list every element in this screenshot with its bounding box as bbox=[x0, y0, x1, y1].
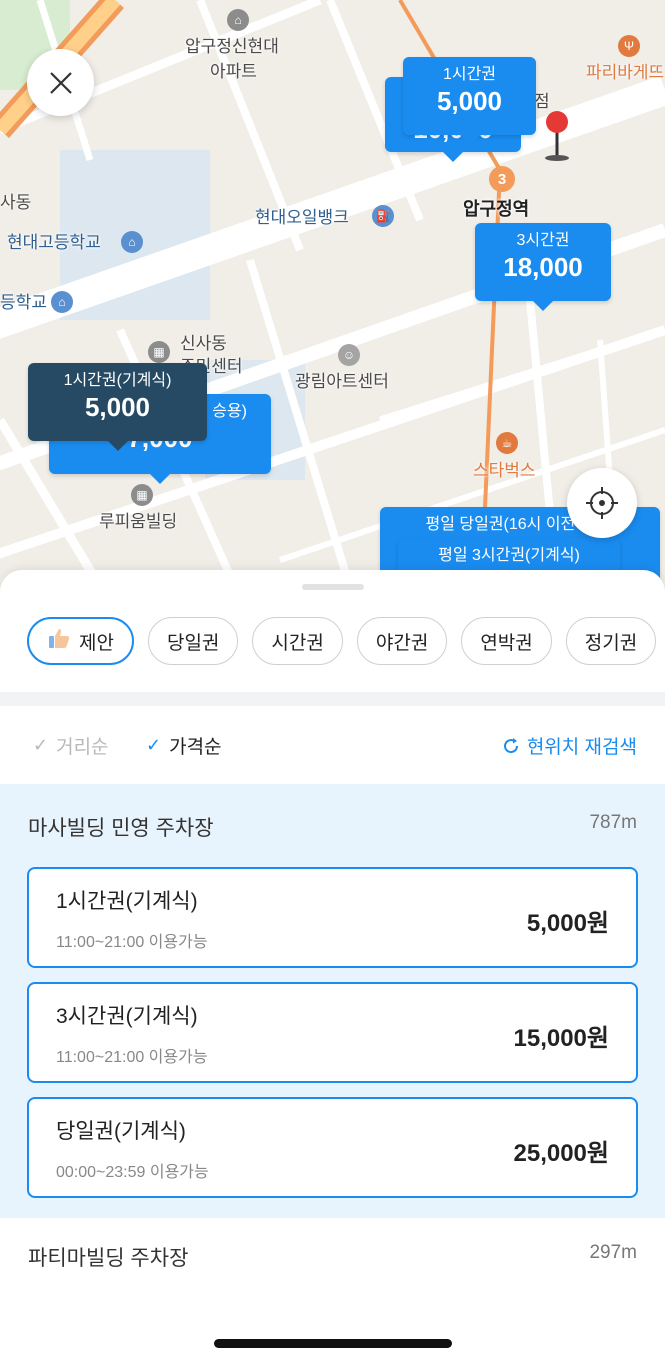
parking-marker-3h[interactable]: 3시간권 18,000 bbox=[475, 223, 611, 311]
ticket-price: 15,000원 bbox=[513, 1025, 610, 1052]
map-label-sinsa: 신사동 bbox=[180, 334, 227, 353]
map-view[interactable]: ⌂ 압구정신현대 아파트 Ψ 파리바게뜨 점 3 압구정역 사동 현대오일뱅크 … bbox=[0, 0, 665, 620]
theater-icon: ☺ bbox=[338, 344, 360, 366]
chip-label: 정기권 bbox=[584, 632, 638, 654]
marker-ticket-label: 3시간권 bbox=[516, 232, 570, 249]
chip-label: 연박권 bbox=[480, 632, 533, 654]
research-label: 현위치 재검색 bbox=[526, 737, 637, 758]
parking-lot-name: 마사빌딩 민영 주차장 bbox=[28, 817, 214, 840]
parking-marker-selected[interactable]: 1시간권(기계식) 5,000 bbox=[28, 363, 207, 451]
thumbs-up-icon bbox=[47, 626, 71, 656]
map-label-fragment: 점 bbox=[534, 92, 550, 111]
parking-lot-card[interactable]: 마사빌딩 민영 주차장 787m 1시간권(기계식) 11:00~21:00 이… bbox=[0, 784, 665, 1218]
ticket-option[interactable]: 3시간권(기계식) 11:00~21:00 이용가능 15,000원 bbox=[27, 982, 638, 1083]
check-icon: ✓ bbox=[146, 735, 162, 755]
chip-suggest[interactable]: 제안 bbox=[27, 617, 134, 665]
refresh-icon bbox=[503, 737, 518, 753]
marker-ticket-label: 1시간권(기계식) bbox=[63, 372, 172, 389]
close-button[interactable] bbox=[27, 49, 94, 116]
research-here-button[interactable]: 현위치 재검색 bbox=[501, 732, 637, 759]
ticket-hours: 11:00~21:00 이용가능 bbox=[56, 934, 208, 951]
restaurant-poi-icon: Ψ bbox=[618, 35, 640, 57]
parking-lot-distance: 787m bbox=[589, 812, 637, 833]
home-indicator[interactable] bbox=[214, 1339, 452, 1348]
chip-monthly[interactable]: 정기권 bbox=[565, 617, 657, 665]
chip-hourly[interactable]: 시간권 bbox=[252, 617, 343, 665]
marker-price: 5,000 bbox=[436, 86, 503, 116]
chip-label: 야간권 bbox=[375, 632, 429, 654]
map-label-apgujeong-hyundai: 압구정신현대 bbox=[185, 37, 279, 56]
sort-by-price[interactable]: ✓ 가격순 bbox=[146, 732, 222, 759]
ticket-option[interactable]: 1시간권(기계식) 11:00~21:00 이용가능 5,000원 bbox=[27, 867, 638, 968]
bottom-sheet: 제안 당일권 시간권 야간권 연박권 정기권 ✓ 거리순 ✓ 가격순 현위치 재… bbox=[0, 570, 665, 1362]
apartment-poi-icon: ⌂ bbox=[227, 9, 249, 31]
office-icon: ▦ bbox=[148, 341, 170, 363]
chip-label: 당일권 bbox=[166, 632, 220, 654]
map-label-starbucks: 스타벅스 bbox=[473, 461, 536, 480]
map-label-apartment: 아파트 bbox=[210, 62, 257, 81]
parking-marker-1h[interactable]: 1시간권 5,000 bbox=[403, 57, 536, 145]
parking-lot-name: 파티마빌딩 주차장 bbox=[28, 1247, 189, 1270]
ticket-name: 3시간권(기계식) bbox=[56, 1005, 198, 1028]
parking-lot-card-2[interactable]: 파티마빌딩 주차장 297m bbox=[28, 1242, 637, 1272]
marker-ticket-label: 1시간권 bbox=[442, 66, 497, 83]
ticket-option[interactable]: 당일권(기계식) 00:00~23:59 이용가능 25,000원 bbox=[27, 1097, 638, 1198]
sort-label: 거리순 bbox=[56, 737, 109, 758]
map-label-lupium-building: 루피움빌딩 bbox=[99, 512, 178, 531]
chip-label: 제안 bbox=[79, 632, 114, 654]
marker-price: 5,000 bbox=[84, 392, 151, 422]
close-icon bbox=[49, 71, 72, 94]
map-label-sadong: 사동 bbox=[0, 193, 32, 212]
map-label-hyundai-high-school: 현대고등학교 bbox=[7, 233, 101, 252]
chip-night[interactable]: 야간권 bbox=[356, 617, 448, 665]
school-icon-2: ⌂ bbox=[51, 291, 73, 313]
map-label-apgujeong-station: 압구정역 bbox=[463, 199, 530, 219]
gas-station-icon: ⛽ bbox=[372, 205, 394, 227]
map-label-hyundai-oilbank: 현대오일뱅크 bbox=[255, 208, 349, 227]
ticket-hours: 11:00~21:00 이용가능 bbox=[56, 1049, 208, 1066]
chip-multi-night[interactable]: 연박권 bbox=[461, 617, 552, 665]
map-label-paris-baguette: 파리바게뜨 bbox=[586, 63, 665, 82]
ticket-type-filter: 제안 당일권 시간권 야간권 연박권 정기권 bbox=[27, 617, 665, 665]
current-location-button[interactable] bbox=[567, 468, 637, 538]
crosshair-icon bbox=[586, 487, 618, 519]
ticket-hours: 00:00~23:59 이용가능 bbox=[56, 1164, 209, 1181]
map-label-gwangrim-art-center: 광림아트센터 bbox=[295, 372, 389, 391]
ticket-name: 1시간권(기계식) bbox=[56, 890, 198, 913]
cafe-icon: ☕ bbox=[496, 432, 518, 454]
building-icon: ▦ bbox=[131, 484, 153, 506]
chip-label: 시간권 bbox=[271, 632, 324, 654]
ticket-price: 25,000원 bbox=[513, 1140, 610, 1167]
parking-lot-distance: 297m bbox=[589, 1242, 637, 1263]
check-icon: ✓ bbox=[33, 735, 49, 755]
parking-lot-header: 마사빌딩 민영 주차장 787m bbox=[28, 812, 637, 842]
section-divider bbox=[0, 692, 665, 706]
subway-line-3-icon: 3 bbox=[489, 166, 515, 192]
sort-by-distance[interactable]: ✓ 거리순 bbox=[33, 732, 109, 759]
sort-bar: ✓ 거리순 ✓ 가격순 현위치 재검색 bbox=[0, 706, 665, 784]
ticket-name: 당일권(기계식) bbox=[56, 1120, 186, 1143]
school-icon: ⌂ bbox=[121, 231, 143, 253]
sheet-drag-handle[interactable] bbox=[302, 584, 364, 590]
chip-daily[interactable]: 당일권 bbox=[147, 617, 239, 665]
marker-price: 18,000 bbox=[503, 252, 583, 282]
ticket-price: 5,000원 bbox=[526, 910, 609, 937]
marker-ticket-label: 평일 3시간권(기계식) bbox=[438, 547, 580, 564]
map-label-school: 등학교 bbox=[0, 293, 47, 312]
sort-label: 가격순 bbox=[169, 737, 222, 758]
